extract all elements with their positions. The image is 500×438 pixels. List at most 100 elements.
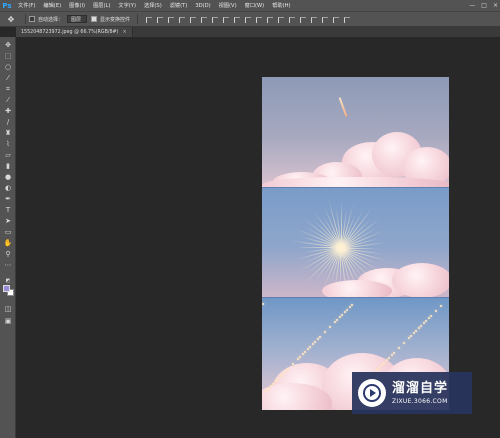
menu-help[interactable]: 帮助(H) (268, 2, 294, 9)
sparkle (336, 319, 338, 321)
sparkle (415, 330, 417, 332)
menu-layer[interactable]: 图层(L) (89, 2, 114, 9)
quick-mask-icon[interactable]: ◫ (3, 305, 13, 314)
sparkle (309, 346, 311, 348)
sparkle (314, 341, 316, 343)
marquee-tool-icon[interactable]: ⬚ (3, 52, 13, 61)
align-top-icon[interactable] (145, 16, 153, 23)
distribute-vcenter-icon[interactable] (222, 16, 230, 23)
watermark: 溜溜自学 ZIXUE.3066.COM (352, 372, 472, 414)
sparkle (398, 347, 400, 349)
3d-slide-icon[interactable] (332, 16, 340, 23)
menu-3d[interactable]: 3D(D) (191, 3, 214, 9)
healing-brush-tool-icon[interactable]: ✚ (3, 107, 13, 116)
menu-view[interactable]: 视图(V) (215, 2, 241, 9)
sparkle (410, 335, 412, 337)
distribute-hcenter-icon[interactable] (255, 16, 263, 23)
dodge-tool-icon[interactable]: ◐ (3, 184, 13, 193)
document-image[interactable] (262, 77, 449, 410)
close-button[interactable]: × (493, 2, 498, 9)
canvas-area[interactable]: 溜溜自学 ZIXUE.3066.COM (17, 37, 500, 438)
sparkle (381, 364, 383, 366)
minimize-button[interactable]: — (469, 2, 475, 9)
type-tool-icon[interactable]: T (3, 206, 13, 215)
3d-drag-icon[interactable] (321, 16, 329, 23)
sparkle (285, 370, 287, 372)
document-tab-label: 1552048723972.jpeg @ 66.7%(RGB/8#) (21, 29, 119, 35)
rectangle-tool-icon[interactable]: ▭ (3, 228, 13, 237)
move-tool-icon[interactable]: ✥ (3, 41, 13, 50)
sparkle (324, 331, 326, 333)
sparkle (386, 359, 388, 361)
distribute-left-icon[interactable] (244, 16, 252, 23)
menu-file[interactable]: 文件(F) (14, 2, 39, 9)
auto-select-checkbox[interactable] (29, 16, 35, 22)
brush-tool-icon[interactable]: / (3, 118, 13, 127)
hand-tool-icon[interactable]: ✋ (3, 239, 13, 248)
sparkle (297, 358, 299, 360)
sparkle (307, 348, 309, 350)
sparkle (262, 303, 264, 305)
sparkle (351, 304, 353, 306)
clone-stamp-tool-icon[interactable]: ♜ (3, 129, 13, 138)
photoshop-logo: Ps (2, 1, 12, 10)
screen-mode-icon[interactable]: ▣ (3, 317, 13, 326)
sparkle (388, 357, 390, 359)
sparkle (376, 369, 378, 371)
gradient-tool-icon[interactable]: ▮ (3, 162, 13, 171)
sparkle (267, 388, 269, 390)
sparkle (299, 356, 301, 358)
quick-select-tool-icon[interactable]: ⁄ (3, 74, 13, 83)
path-select-tool-icon[interactable]: ➤ (3, 217, 13, 226)
divider (25, 14, 26, 24)
tools-panel: ✥ ⬚ ○ ⁄ ⌗ ⁄ ✚ / ♜ ⌇ ▱ ▮ ● ◐ ✒ T ➤ ▭ ✋ ⚲ … (0, 37, 16, 438)
menu-filter[interactable]: 滤镜(T) (166, 2, 192, 9)
sparkle (277, 378, 279, 380)
eraser-tool-icon[interactable]: ▱ (3, 151, 13, 160)
tab-close-icon[interactable]: × (122, 29, 126, 35)
align-right-icon[interactable] (200, 16, 208, 23)
align-bottom-icon[interactable] (167, 16, 175, 23)
align-left-icon[interactable] (178, 16, 186, 23)
blur-tool-icon[interactable]: ● (3, 173, 13, 182)
3d-scale-icon[interactable] (343, 16, 351, 23)
menu-select[interactable]: 选择(S) (140, 2, 166, 9)
align-vcenter-icon[interactable] (156, 16, 164, 23)
image-panel-firework (262, 187, 449, 297)
menu-edit[interactable]: 编辑(E) (39, 2, 65, 9)
sparkle (334, 321, 336, 323)
menu-window[interactable]: 窗口(W) (241, 2, 269, 9)
align-hcenter-icon[interactable] (189, 16, 197, 23)
sparkle (341, 314, 343, 316)
pen-tool-icon[interactable]: ✒ (3, 195, 13, 204)
watermark-url: ZIXUE.3066.COM (392, 397, 448, 405)
lasso-tool-icon[interactable]: ○ (3, 63, 13, 72)
document-tab-bar: 1552048723972.jpeg @ 66.7%(RGB/8#) × (16, 27, 500, 37)
sparkle (317, 338, 319, 340)
sparkle (420, 325, 422, 327)
crop-tool-icon[interactable]: ⌗ (3, 85, 13, 94)
history-brush-tool-icon[interactable]: ⌇ (3, 140, 13, 149)
distribute-top-icon[interactable] (211, 16, 219, 23)
sparkle (265, 390, 267, 392)
sparkle (423, 322, 425, 324)
zoom-tool-icon[interactable]: ⚲ (3, 250, 13, 259)
distribute-bottom-icon[interactable] (233, 16, 241, 23)
maximize-button[interactable]: □ (481, 2, 487, 9)
show-transform-checkbox[interactable] (91, 16, 98, 22)
sparkle (425, 320, 427, 322)
menu-type[interactable]: 文字(Y) (114, 2, 140, 9)
move-tool-preset-icon[interactable]: ✥ (0, 13, 22, 25)
foreground-color-swatch[interactable] (3, 285, 10, 292)
menu-image[interactable]: 图像(I) (65, 2, 89, 9)
document-tab[interactable]: 1552048723972.jpeg @ 66.7%(RGB/8#) × (16, 27, 133, 37)
3d-mode-icon[interactable] (288, 16, 296, 23)
auto-select-dropdown[interactable]: 图层 (67, 15, 88, 23)
3d-roll-icon[interactable] (310, 16, 318, 23)
distribute-right-icon[interactable] (266, 16, 274, 23)
image-panel-rocket (262, 77, 449, 187)
3d-rotate-icon[interactable] (299, 16, 307, 23)
auto-align-icon[interactable] (277, 16, 285, 23)
eyedropper-tool-icon[interactable]: ⁄ (3, 96, 13, 105)
more-tools-icon[interactable]: ⋯ (3, 261, 13, 270)
